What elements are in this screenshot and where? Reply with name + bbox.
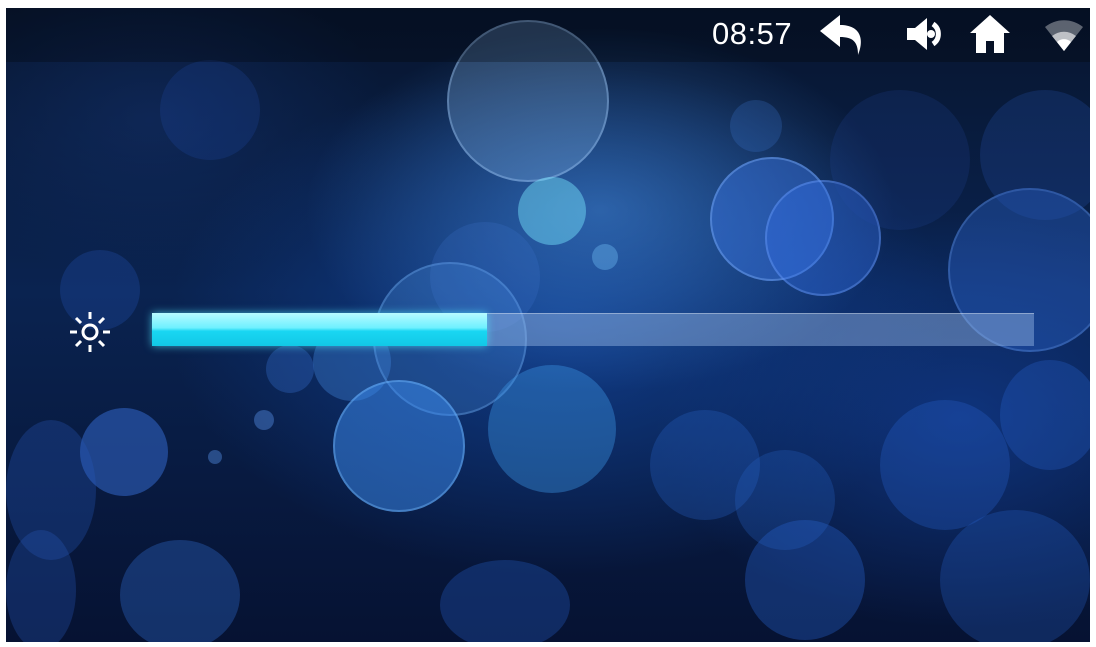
bokeh-circle: [6, 530, 76, 647]
bokeh-circle: [980, 90, 1096, 220]
back-arrow-icon[interactable]: [818, 11, 870, 66]
screen-background: 08:57: [0, 0, 1096, 647]
screen-bezel-left: [0, 0, 6, 647]
bokeh-circle: [488, 365, 616, 493]
bokeh-circle: [830, 90, 970, 230]
bokeh-circle: [160, 60, 260, 160]
bokeh-circle: [208, 450, 222, 464]
screen-bezel-right: [1090, 0, 1096, 647]
bokeh-circle: [440, 560, 570, 647]
bokeh-circle: [120, 540, 240, 647]
bokeh-circle: [1000, 360, 1096, 470]
screen-bezel-top: [0, 0, 1096, 8]
bokeh-circle: [735, 450, 835, 550]
brightness-slider[interactable]: [152, 313, 1034, 346]
home-icon[interactable]: [968, 13, 1012, 60]
bokeh-circle: [518, 177, 586, 245]
brightness-sun-icon: [66, 308, 114, 361]
bokeh-circle: [592, 244, 618, 270]
brightness-slider-fill[interactable]: [152, 313, 488, 346]
brightness-control: [60, 300, 1050, 360]
bokeh-circle: [650, 410, 760, 520]
bokeh-circle: [80, 408, 168, 496]
bokeh-circle: [880, 400, 1010, 530]
bokeh-circle: [765, 180, 881, 296]
bokeh-circle: [6, 420, 96, 560]
bokeh-circle: [730, 100, 782, 152]
bokeh-circle: [940, 510, 1090, 647]
bokeh-circle: [745, 520, 865, 640]
volume-icon[interactable]: [905, 16, 947, 57]
bokeh-circle: [710, 157, 834, 281]
wifi-icon[interactable]: [1043, 17, 1085, 58]
bokeh-circle: [254, 410, 274, 430]
bokeh-circle: [333, 380, 465, 512]
screen-bezel-bottom: [0, 642, 1096, 647]
status-time: 08:57: [712, 16, 793, 51]
